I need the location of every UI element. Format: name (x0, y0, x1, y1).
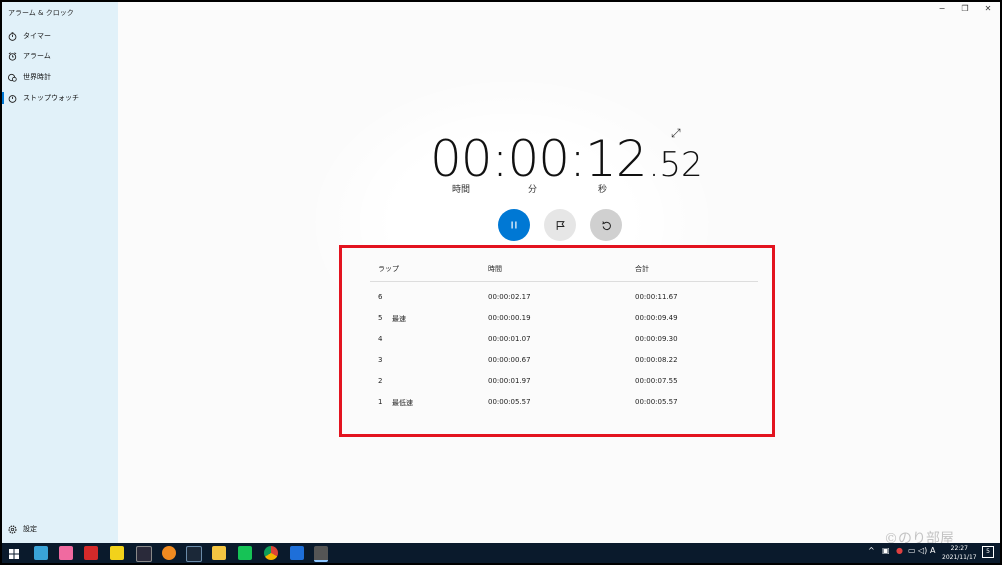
lap-total: 00:00:09.49 (635, 314, 678, 322)
app-icon-alarms-clock[interactable] (314, 546, 328, 562)
table-row: 5 最速 00:00:00.19 00:00:09.49 (342, 314, 772, 328)
stopwatch-display: 00:00:12 .52 (430, 130, 703, 190)
tray-chevron-icon[interactable]: ^ (868, 546, 875, 555)
unit-seconds: 秒 (598, 185, 608, 195)
app-icon-line[interactable] (238, 546, 252, 560)
lap-time: 00:00:01.07 (488, 335, 531, 343)
lap-time: 00:00:02.17 (488, 293, 531, 301)
lap-tag: 最速 (392, 315, 406, 323)
clock-time: 22:27 (950, 545, 968, 552)
sidebar-item-label: タイマー (23, 32, 51, 40)
clock-date: 2021/11/17 (942, 554, 977, 561)
close-button[interactable]: ✕ (978, 4, 998, 13)
lap-total: 00:00:05.57 (635, 398, 678, 406)
lap-total: 00:00:11.67 (635, 293, 678, 301)
lap-number: 1 (378, 398, 383, 406)
sidebar-item-settings[interactable]: 設定 (2, 519, 118, 539)
lap-time: 00:00:00.67 (488, 356, 531, 364)
tray-volume-icon[interactable]: ◁) (918, 546, 927, 555)
unit-hours: 時間 (452, 185, 471, 195)
lap-button[interactable] (544, 209, 576, 241)
lap-number: 3 (378, 356, 383, 364)
header-divider (370, 281, 758, 282)
sidebar-item-label: 世界時計 (23, 73, 51, 81)
minimize-button[interactable]: − (932, 4, 952, 13)
pause-icon (511, 221, 517, 229)
lap-number: 6 (378, 293, 383, 301)
app-icon-tool[interactable] (136, 546, 152, 562)
laps-table: ラップ 時間 合計 6 00:00:02.17 00:00:11.67 5 最速… (339, 245, 775, 437)
lap-time: 00:00:00.19 (488, 314, 531, 322)
column-header-lap: ラップ (378, 265, 399, 273)
sidebar-item-label: ストップウォッチ (23, 94, 79, 102)
reset-icon (601, 220, 611, 230)
timer-icon (7, 31, 17, 41)
app-icon-sticky-notes[interactable] (110, 546, 124, 560)
table-row: 6 00:00:02.17 00:00:11.67 (342, 293, 772, 307)
app-icon-chrome[interactable] (264, 546, 278, 560)
stopwatch-time: 00:00:12 (430, 130, 648, 188)
lap-number: 5 (378, 314, 383, 322)
sidebar-item-world-clock[interactable]: 世界時計 (2, 67, 118, 87)
lap-total: 00:00:07.55 (635, 377, 678, 385)
app-icon-explorer[interactable] (212, 546, 226, 560)
ime-indicator[interactable]: A (930, 546, 935, 555)
app-title: アラーム & クロック (8, 9, 74, 17)
pause-button[interactable] (498, 209, 530, 241)
app-icon-steam[interactable] (186, 546, 202, 562)
table-row: 1 最低速 00:00:05.57 00:00:05.57 (342, 398, 772, 412)
taskbar: ^ ▣ ● ▭ ◁) A 22:27 2021/11/17 5 (2, 543, 1000, 563)
sidebar-item-timer[interactable]: タイマー (2, 26, 118, 46)
sidebar-item-stopwatch[interactable]: ストップウォッチ (2, 88, 118, 108)
flag-icon (556, 220, 565, 230)
notification-center-icon[interactable]: 5 (982, 546, 994, 558)
restore-button[interactable]: ❐ (955, 4, 975, 13)
column-header-time: 時間 (488, 265, 502, 273)
app-icon-red-app[interactable] (84, 546, 98, 560)
tray-network-icon[interactable]: ▣ (882, 546, 890, 555)
lap-total: 00:00:08.22 (635, 356, 678, 364)
app-icon-itunes[interactable] (59, 546, 73, 560)
gear-icon (7, 524, 17, 534)
lap-time: 00:00:01.97 (488, 377, 531, 385)
column-header-total: 合計 (635, 265, 649, 273)
world-clock-icon (7, 72, 17, 82)
stopwatch-fraction: .52 (648, 145, 703, 185)
windows-logo-icon (9, 549, 19, 559)
start-button[interactable] (7, 546, 21, 560)
lap-time: 00:00:05.57 (488, 398, 531, 406)
stopwatch-icon (7, 93, 17, 103)
settings-label: 設定 (23, 525, 37, 533)
alarm-icon (7, 51, 17, 61)
table-row: 3 00:00:00.67 00:00:08.22 (342, 356, 772, 370)
tray-app-icon[interactable]: ● (896, 546, 903, 555)
lap-total: 00:00:09.30 (635, 335, 678, 343)
lap-number: 2 (378, 377, 383, 385)
app-window: アラーム & クロック タイマー アラーム 世界時計 ストップウォッチ 設定 −… (2, 2, 1000, 543)
unit-minutes: 分 (528, 185, 538, 195)
sidebar: アラーム & クロック タイマー アラーム 世界時計 ストップウォッチ 設定 (2, 2, 118, 543)
table-row: 4 00:00:01.07 00:00:09.30 (342, 335, 772, 349)
lap-tag: 最低速 (392, 399, 413, 407)
reset-button[interactable] (590, 209, 622, 241)
expand-icon[interactable]: ⤢ (671, 126, 681, 141)
sidebar-item-label: アラーム (23, 52, 51, 60)
tray-display-icon[interactable]: ▭ (908, 546, 916, 555)
app-icon-mail[interactable] (290, 546, 304, 560)
taskbar-clock[interactable]: 22:27 2021/11/17 (942, 544, 977, 562)
app-icon-gauge[interactable] (162, 546, 176, 560)
sidebar-item-alarm[interactable]: アラーム (2, 46, 118, 66)
table-row: 2 00:00:01.97 00:00:07.55 (342, 377, 772, 391)
lap-number: 4 (378, 335, 383, 343)
app-icon-task-view[interactable] (34, 546, 48, 560)
